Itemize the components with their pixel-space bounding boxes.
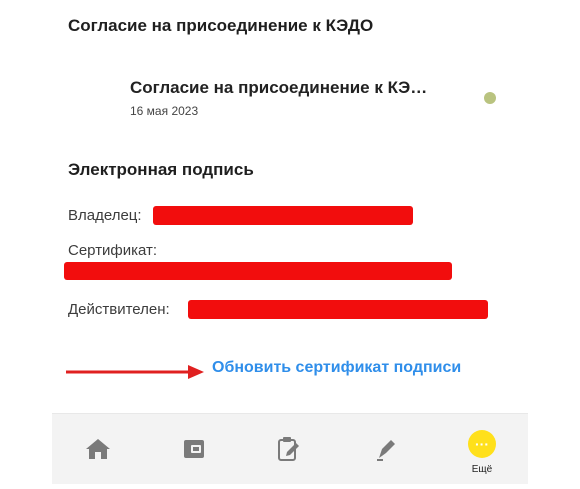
tab-sign[interactable] — [356, 414, 416, 484]
owner-redaction — [153, 206, 413, 225]
document-date: 16 мая 2023 — [130, 104, 199, 118]
pointer-arrow-icon — [66, 365, 204, 379]
tab-more-label[interactable]: Ещё — [452, 464, 512, 475]
valid-label: Действителен: — [68, 301, 170, 318]
status-dot — [484, 92, 496, 104]
clipboard-edit-icon — [278, 437, 299, 461]
tab-home[interactable] — [68, 414, 128, 484]
app-screen: Согласие на присоединение к КЭДО Согласи… — [52, 0, 528, 489]
certificate-label: Сертификат: — [68, 242, 158, 259]
tab-tasks[interactable] — [258, 414, 318, 484]
wallet-icon — [184, 440, 204, 458]
more-icon[interactable]: ··· — [468, 430, 496, 458]
sign-pen-icon — [377, 440, 395, 461]
bottom-tab-bar: ··· Ещё — [52, 413, 528, 484]
update-certificate-link[interactable]: Обновить сертификат подписи — [212, 359, 461, 377]
home-icon — [86, 439, 110, 459]
more-glyph: ··· — [475, 436, 489, 452]
document-title: Согласие на присоединение к КЭ… — [130, 78, 428, 97]
signature-section-title: Электронная подпись — [68, 160, 254, 179]
owner-label: Владелец: — [68, 207, 142, 224]
page-title: Согласие на присоединение к КЭДО — [68, 16, 374, 35]
document-list-item[interactable]: Согласие на присоединение к КЭ… 16 мая 2… — [68, 66, 512, 126]
tab-wallet[interactable] — [164, 414, 224, 484]
certificate-redaction — [64, 262, 452, 280]
valid-redaction — [188, 300, 488, 319]
